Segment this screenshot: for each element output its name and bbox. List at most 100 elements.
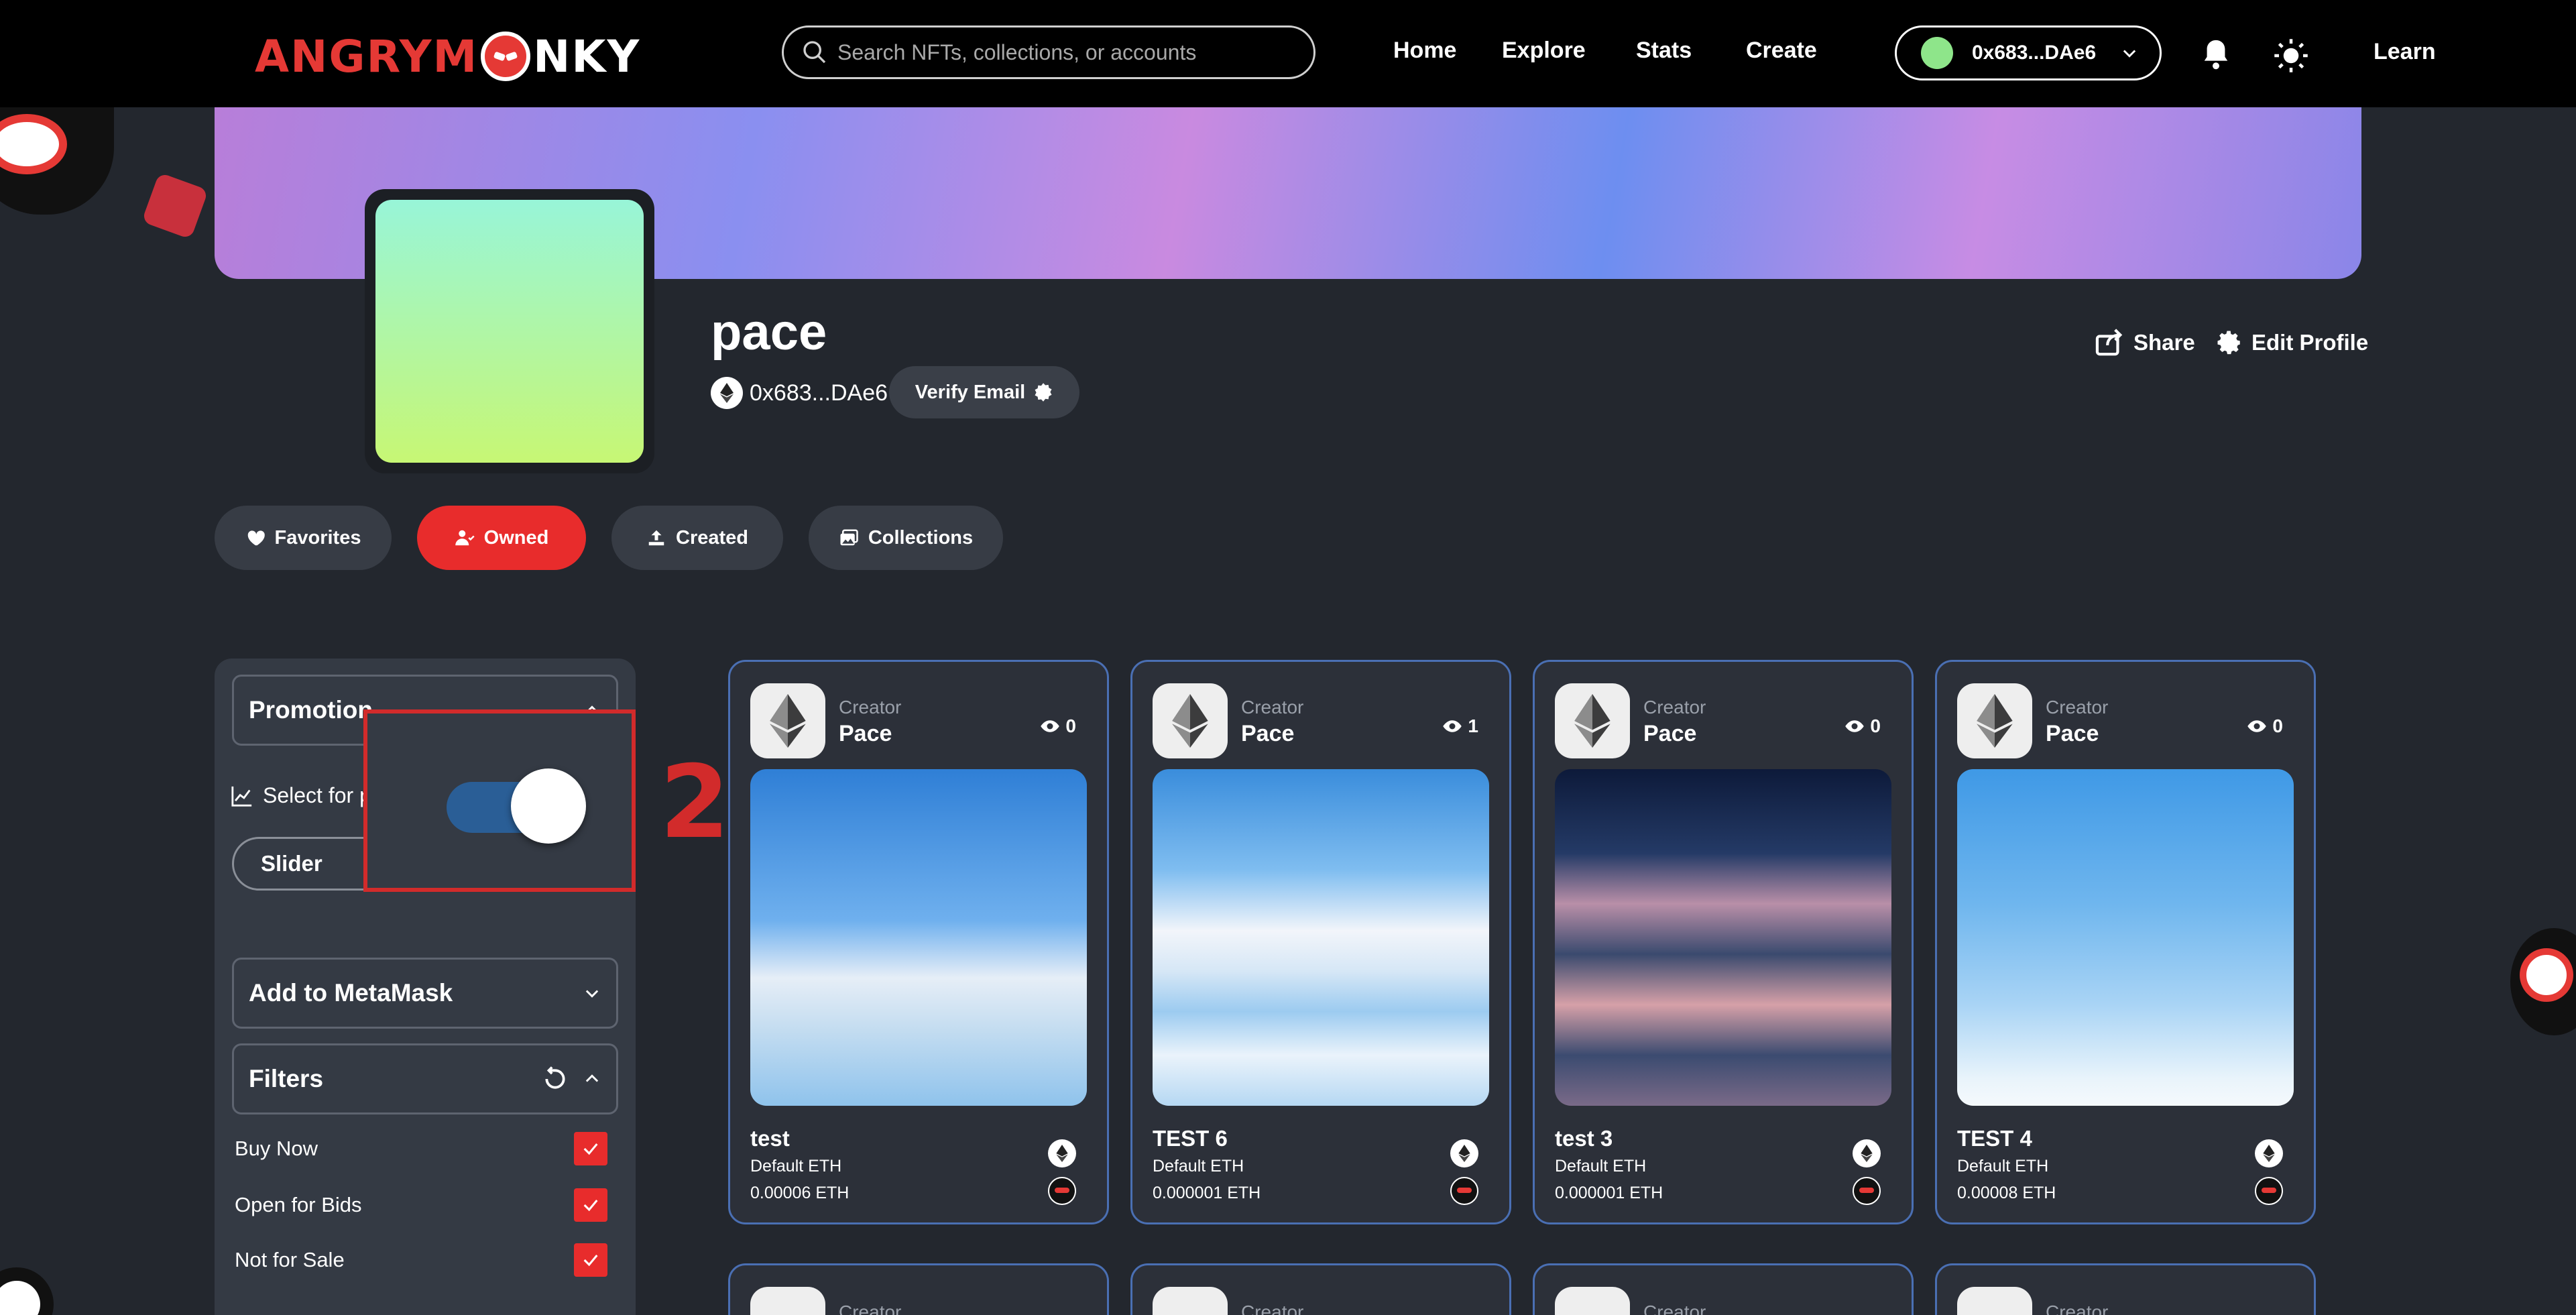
tab-created-label: Created xyxy=(676,526,748,549)
nft-currency: Default ETH xyxy=(1555,1157,1647,1176)
ethereum-icon xyxy=(711,377,743,409)
nav-stats[interactable]: Stats xyxy=(1636,38,1692,64)
nft-card[interactable]: Creator Pace 1 TEST 6 Default ETH 0.0000… xyxy=(1130,660,1511,1224)
nft-card-partial[interactable]: Creator xyxy=(1130,1263,1511,1315)
filters-accordion[interactable]: Filters xyxy=(232,1043,618,1114)
promotion-title: Promotion xyxy=(249,696,373,724)
verified-badge-icon xyxy=(1035,383,1052,402)
share-button[interactable]: Share xyxy=(2095,329,2195,357)
creator-avatar[interactable] xyxy=(1957,683,2032,758)
nft-price: 0.00008 ETH xyxy=(1957,1184,2056,1202)
ethereum-icon xyxy=(1853,1139,1881,1167)
angry-monky-badge-icon xyxy=(2255,1177,2283,1205)
creator-avatar[interactable] xyxy=(1555,683,1630,758)
bell-icon[interactable] xyxy=(2201,38,2231,71)
filter-open-for-bids[interactable]: Open for Bids xyxy=(235,1188,607,1222)
heart-icon xyxy=(247,530,265,546)
nft-image[interactable] xyxy=(750,769,1087,1106)
checkbox-not-for-sale[interactable] xyxy=(574,1243,607,1277)
creator-avatar[interactable] xyxy=(1957,1287,2032,1315)
slider-chip-label: Slider xyxy=(261,851,323,876)
profile-avatar-frame xyxy=(365,189,654,473)
nft-image[interactable] xyxy=(1153,769,1489,1106)
monkey-face-icon xyxy=(481,32,531,81)
verify-email-button[interactable]: Verify Email xyxy=(889,366,1079,418)
eye-icon xyxy=(1845,720,1865,732)
tab-owned-label: Owned xyxy=(483,526,549,549)
profile-address-row: 0x683...DAe6 xyxy=(711,377,888,409)
nav-explore[interactable]: Explore xyxy=(1502,38,1586,64)
select-for-promotion-label: Select for p xyxy=(263,783,371,807)
edit-profile-label: Edit Profile xyxy=(2251,330,2369,355)
select-for-promotion-row: Select for p xyxy=(231,783,371,808)
creator-label: Creator xyxy=(839,1302,902,1315)
theme-toggle-sun-icon[interactable] xyxy=(2273,38,2309,74)
edit-profile-button[interactable]: Edit Profile xyxy=(2215,329,2368,357)
nft-title[interactable]: test xyxy=(750,1126,790,1151)
eye-icon xyxy=(2247,720,2267,732)
nft-card-partial[interactable]: Creator xyxy=(728,1263,1109,1315)
nft-image[interactable] xyxy=(1555,769,1891,1106)
eye-icon xyxy=(1041,720,1060,732)
add-to-metamask-accordion[interactable]: Add to MetaMask xyxy=(232,958,618,1029)
creator-label: Creator xyxy=(1643,1302,1706,1315)
ethereum-icon xyxy=(1450,1139,1478,1167)
ethereum-icon xyxy=(2255,1139,2283,1167)
tab-collections[interactable]: Collections xyxy=(809,506,1003,570)
search-input[interactable] xyxy=(837,40,1293,65)
nft-title[interactable]: TEST 4 xyxy=(1957,1126,2032,1151)
nft-price: 0.000001 ETH xyxy=(1153,1184,1261,1202)
decorative-red-gem xyxy=(141,172,209,239)
nav-learn[interactable]: Learn xyxy=(2374,39,2436,65)
nft-currency: Default ETH xyxy=(1957,1157,2049,1176)
reset-icon[interactable] xyxy=(542,1066,568,1092)
angry-monky-logo[interactable]: ANGRYM NKY xyxy=(255,30,640,83)
filter-buy-now-label: Buy Now xyxy=(235,1137,318,1160)
tab-favorites[interactable]: Favorites xyxy=(215,506,392,570)
creator-avatar[interactable] xyxy=(1153,1287,1228,1315)
filter-buy-now[interactable]: Buy Now xyxy=(235,1132,607,1165)
share-icon xyxy=(2095,329,2123,356)
creator-avatar[interactable] xyxy=(1555,1287,1630,1315)
toggle-knob[interactable] xyxy=(511,768,586,844)
tab-created[interactable]: Created xyxy=(611,506,783,570)
tab-favorites-label: Favorites xyxy=(274,526,361,549)
creator-name[interactable]: Pace xyxy=(1241,721,1294,747)
nft-card-partial[interactable]: Creator xyxy=(1533,1263,1914,1315)
search-bar[interactable] xyxy=(782,25,1315,79)
filter-not-for-sale[interactable]: Not for Sale xyxy=(235,1243,607,1277)
profile-avatar[interactable] xyxy=(375,200,644,463)
verify-email-label: Verify Email xyxy=(915,381,1026,403)
line-chart-icon xyxy=(231,786,252,807)
creator-name[interactable]: Pace xyxy=(839,721,892,747)
wallet-dropdown[interactable]: 0x683...DAe6 xyxy=(1895,25,2162,80)
nav-create[interactable]: Create xyxy=(1746,38,1817,64)
creator-name[interactable]: Pace xyxy=(2046,721,2099,747)
logo-text-prefix: ANGRYM xyxy=(255,30,479,82)
creator-avatar[interactable] xyxy=(750,1287,825,1315)
view-count: 0 xyxy=(1845,716,1881,737)
creator-name[interactable]: Pace xyxy=(1643,721,1696,747)
checkbox-open-for-bids[interactable] xyxy=(574,1188,607,1222)
nft-title[interactable]: TEST 6 xyxy=(1153,1126,1228,1151)
step-annotation: 2 xyxy=(660,744,730,861)
tab-owned[interactable]: Owned xyxy=(417,506,586,570)
filter-open-for-bids-label: Open for Bids xyxy=(235,1193,362,1216)
nft-image[interactable] xyxy=(1957,769,2294,1106)
nft-card[interactable]: Creator Pace 0 test Default ETH 0.00006 … xyxy=(728,660,1109,1224)
check-icon xyxy=(583,1255,598,1267)
angry-monky-badge-icon xyxy=(1450,1177,1478,1205)
nft-title[interactable]: test 3 xyxy=(1555,1126,1613,1151)
checkbox-buy-now[interactable] xyxy=(574,1132,607,1165)
creator-label: Creator xyxy=(1241,1302,1304,1315)
profile-address[interactable]: 0x683...DAe6 xyxy=(750,380,888,406)
creator-avatar[interactable] xyxy=(1153,683,1228,758)
angry-monky-badge-icon xyxy=(1048,1177,1076,1205)
promotion-toggle-switch[interactable] xyxy=(447,768,586,844)
nft-card[interactable]: Creator Pace 0 TEST 4 Default ETH 0.0000… xyxy=(1935,660,2316,1224)
nft-card[interactable]: Creator Pace 0 test 3 Default ETH 0.0000… xyxy=(1533,660,1914,1224)
chevron-down-icon xyxy=(585,990,599,998)
nav-home[interactable]: Home xyxy=(1393,38,1456,64)
creator-avatar[interactable] xyxy=(750,683,825,758)
nft-card-partial[interactable]: Creator xyxy=(1935,1263,2316,1315)
